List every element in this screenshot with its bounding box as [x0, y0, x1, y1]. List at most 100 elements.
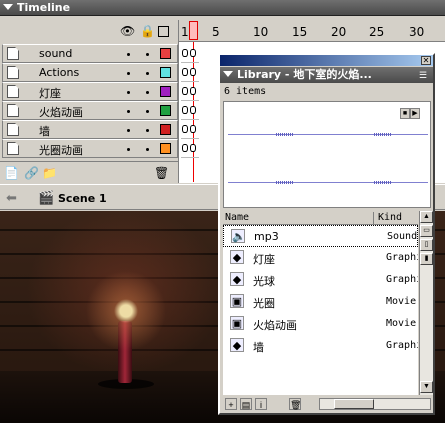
layer-name: 灯座: [39, 87, 61, 100]
layer-icon: [7, 47, 19, 60]
frame-ruler[interactable]: 1 5 10 15 20 25 30: [179, 20, 445, 42]
collapse-arrow-icon[interactable]: [223, 71, 233, 77]
keyframe-cell[interactable]: [181, 101, 199, 120]
lock-dot[interactable]: [146, 129, 149, 132]
item-name: mp3: [254, 230, 279, 243]
graphic-icon: ◆: [230, 338, 244, 352]
item-kind: Movie: [386, 318, 417, 329]
graphic-icon: ◆: [230, 250, 244, 264]
layer-color-swatch[interactable]: [160, 105, 171, 116]
close-icon[interactable]: ✕: [421, 56, 431, 65]
frame-number: 10: [253, 25, 269, 39]
layer-color-swatch[interactable]: [160, 124, 171, 135]
flame-glow-graphic[interactable]: [86, 271, 166, 351]
layer-row[interactable]: Actions: [2, 63, 178, 82]
visibility-dot[interactable]: [127, 72, 130, 75]
delete-layer-icon[interactable]: 🗑: [154, 166, 170, 180]
frame-number: 25: [369, 25, 385, 39]
item-name: 灯座: [253, 253, 275, 266]
scroll-down-icon[interactable]: ▼: [420, 381, 433, 393]
scene-name[interactable]: Scene 1: [58, 192, 107, 205]
horizontal-scrollbar[interactable]: [319, 398, 431, 410]
layer-row[interactable]: 火焰动画: [2, 101, 178, 120]
library-item-list: 🔈 mp3 Sound ◆ 灯座 Graphic ◆ 光球 Graphic ▣ …: [223, 225, 418, 395]
layer-color-swatch[interactable]: [160, 48, 171, 59]
delete-item-icon[interactable]: 🗑: [289, 398, 301, 410]
lock-dot[interactable]: [146, 148, 149, 151]
item-name: 光圈: [253, 297, 275, 310]
outline-icon[interactable]: [158, 26, 169, 37]
keyframe-cell[interactable]: [181, 82, 199, 101]
visibility-dot[interactable]: [127, 110, 130, 113]
playhead[interactable]: [189, 21, 198, 40]
visibility-dot[interactable]: [127, 53, 130, 56]
layer-color-swatch[interactable]: [160, 86, 171, 97]
lock-icon[interactable]: 🔒: [140, 24, 155, 38]
list-item[interactable]: ◆ 灯座 Graphic: [223, 247, 418, 269]
eye-icon[interactable]: 👁: [120, 24, 135, 38]
layer-row[interactable]: 光圈动画: [2, 139, 178, 158]
name-column-header[interactable]: Name: [225, 212, 249, 223]
item-name: 火焰动画: [253, 319, 297, 332]
layer-row[interactable]: 灯座: [2, 82, 178, 101]
lock-dot[interactable]: [146, 110, 149, 113]
options-menu-icon[interactable]: ☰: [419, 71, 429, 80]
keyframe-cell[interactable]: [181, 44, 199, 63]
library-window-bar[interactable]: ✕: [220, 55, 433, 66]
library-title-bar[interactable]: Library - 地下室的火焰...: [220, 67, 433, 83]
list-item[interactable]: ▣ 火焰动画 Movie: [223, 313, 418, 335]
lock-dot[interactable]: [146, 72, 149, 75]
flash-workspace: Timeline 👁 🔒 sound Actions 灯座 火焰动画 墙 光圈动…: [0, 0, 445, 423]
lock-dot[interactable]: [146, 91, 149, 94]
insert-folder-icon[interactable]: 📁: [42, 166, 58, 180]
layer-color-swatch[interactable]: [160, 143, 171, 154]
keyframe-cell[interactable]: [181, 63, 199, 82]
list-item[interactable]: ◆ 光球 Graphic: [223, 269, 418, 291]
narrow-view-icon[interactable]: ▮: [420, 253, 433, 265]
wide-view-icon[interactable]: ▯: [420, 239, 433, 251]
list-item[interactable]: 🔈 mp3 Sound: [223, 225, 418, 247]
layer-color-swatch[interactable]: [160, 67, 171, 78]
play-icon[interactable]: ▶: [410, 108, 420, 119]
sound-preview-pane: ■ ▶: [223, 101, 431, 208]
new-symbol-icon[interactable]: +: [225, 398, 237, 410]
scroll-up-icon[interactable]: ▲: [420, 211, 433, 223]
library-toolbar: + ▤ i 🗑: [223, 396, 433, 412]
stop-icon[interactable]: ■: [400, 108, 410, 119]
waveform-channel: [228, 182, 428, 183]
timeline-title-bar[interactable]: Timeline: [0, 0, 445, 16]
kind-column-header[interactable]: Kind: [373, 212, 418, 225]
insert-layer-icon[interactable]: 📄: [4, 166, 20, 180]
keyframe-cell[interactable]: [181, 139, 199, 158]
layer-icon: [7, 85, 19, 98]
library-panel: ✕ Library - 地下室的火焰... ☰ 6 items ■ ▶ Name …: [218, 53, 435, 415]
visibility-dot[interactable]: [127, 148, 130, 151]
collapse-arrow-icon[interactable]: [3, 4, 13, 10]
list-item[interactable]: ◆ 墙 Graphic: [223, 335, 418, 357]
lock-dot[interactable]: [146, 53, 149, 56]
vertical-scrollbar[interactable]: ▲ ▭ ▯ ▮ ▼: [419, 211, 433, 395]
sound-icon: 🔈: [231, 229, 246, 243]
sort-order-icon[interactable]: ▭: [420, 225, 433, 237]
movie-clip-icon: ▣: [230, 316, 244, 330]
layer-row[interactable]: sound: [2, 44, 178, 63]
waveform-peak: [374, 181, 392, 184]
layer-icon: [7, 66, 19, 79]
back-arrow-icon[interactable]: ⬅: [6, 190, 17, 206]
layer-toolbar: 📄 🔗 📁 🗑: [0, 161, 178, 183]
new-folder-icon[interactable]: ▤: [240, 398, 252, 410]
waveform-peak: [276, 181, 294, 184]
list-item[interactable]: ▣ 光圈 Movie: [223, 291, 418, 313]
waveform-peak: [276, 133, 294, 136]
library-column-header: Name Kind: [223, 211, 418, 225]
item-kind: Graphic: [386, 340, 418, 351]
add-guide-layer-icon[interactable]: 🔗: [24, 166, 40, 180]
visibility-dot[interactable]: [127, 129, 130, 132]
properties-icon[interactable]: i: [255, 398, 267, 410]
item-kind: Graphic: [386, 274, 418, 285]
visibility-dot[interactable]: [127, 91, 130, 94]
layer-row[interactable]: 墙: [2, 120, 178, 139]
keyframe-cell[interactable]: [181, 120, 199, 139]
scroll-thumb[interactable]: [334, 399, 374, 409]
keyframe-column[interactable]: [181, 44, 199, 158]
